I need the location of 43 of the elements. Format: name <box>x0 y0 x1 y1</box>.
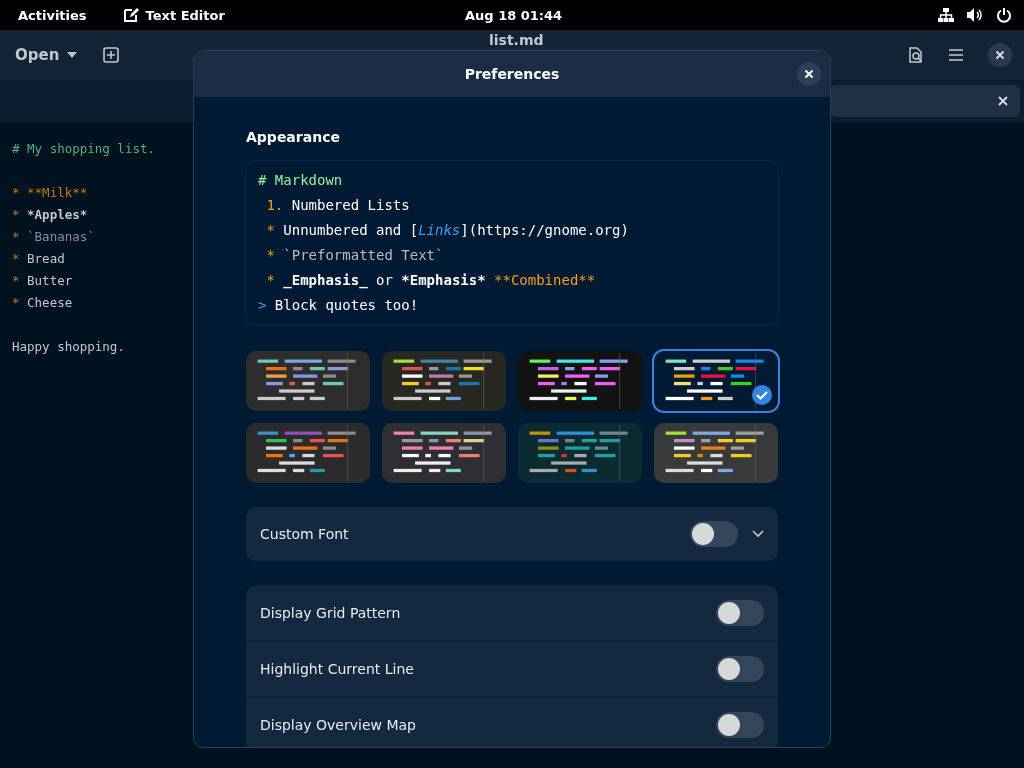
app-name[interactable]: Text Editor <box>145 7 225 23</box>
caret-icon <box>67 52 78 58</box>
network-icon[interactable] <box>938 7 954 23</box>
close-icon[interactable] <box>797 62 821 86</box>
menu-icon[interactable] <box>948 47 964 63</box>
row-label: Display Overview Map <box>260 716 416 733</box>
dialog-title: Preferences <box>464 66 560 82</box>
code-line: * **Milk** <box>12 184 88 202</box>
section-heading: Appearance <box>246 129 341 145</box>
open-button[interactable]: Open <box>15 46 78 64</box>
code-line: > Block quotes too! <box>258 296 419 315</box>
code-line: * `Bananas` <box>12 228 95 246</box>
volume-icon[interactable] <box>966 7 984 23</box>
power-icon[interactable] <box>996 7 1012 23</box>
code-line: * *Apples* <box>12 206 88 224</box>
row-label: Highlight Current Line <box>260 660 414 677</box>
code-line: 1. Numbered Lists <box>265 196 410 215</box>
row-label: Display Grid Pattern <box>260 604 401 621</box>
code-line: * Bread <box>12 250 65 268</box>
code-line: # My shopping list. <box>12 140 155 158</box>
code-line: * Cheese <box>12 294 73 312</box>
toggle-switch[interactable] <box>690 521 738 547</box>
clock[interactable]: Aug 18 01:44 <box>465 7 563 23</box>
code-line: * `Preformatted Text` <box>265 246 444 265</box>
new-tab-icon[interactable] <box>103 47 120 63</box>
row-label: Custom Font <box>260 526 349 542</box>
close-icon[interactable] <box>988 43 1012 67</box>
search-field[interactable] <box>830 85 1020 117</box>
document-search-icon[interactable] <box>908 47 924 63</box>
code-line: * Butter <box>12 272 73 290</box>
code-line: * Unnumbered and [Links](https://gnome.org) <box>265 221 629 240</box>
activities-button[interactable]: Activities <box>18 7 87 23</box>
toggle-switch[interactable] <box>716 655 764 682</box>
code-line: # Markdown <box>258 171 343 190</box>
checkmark-icon <box>752 385 772 405</box>
clear-icon[interactable] <box>998 96 1008 106</box>
toggle-switch[interactable] <box>716 711 764 738</box>
edit-icon <box>122 7 139 23</box>
toggle-switch[interactable] <box>716 599 764 626</box>
code-line: * _Emphasis_ or *Emphasis* **Combined** <box>265 271 596 291</box>
document-title: list.md <box>489 32 544 48</box>
expand-icon[interactable] <box>752 530 764 538</box>
code-line: Happy shopping. <box>12 338 125 356</box>
